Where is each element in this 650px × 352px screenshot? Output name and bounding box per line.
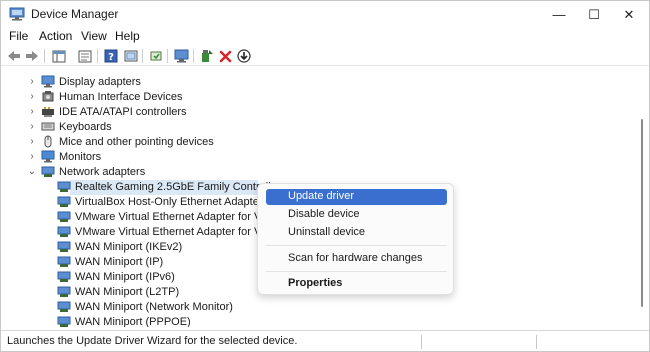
ide-controller-icon: [41, 105, 55, 118]
status-text: Launches the Update Driver Wizard for th…: [7, 335, 298, 347]
menu-file[interactable]: File: [9, 29, 28, 43]
tree-category-network-adapters[interactable]: ⌄ Network adapters: [1, 165, 637, 180]
tree-label: WAN Miniport (PPPOE): [75, 316, 191, 327]
maximize-button[interactable]: ☐: [576, 1, 612, 28]
vertical-scrollbar[interactable]: [637, 67, 649, 327]
toolbar-separator: [167, 49, 168, 63]
properties-icon[interactable]: [77, 48, 93, 64]
menu-view[interactable]: View: [81, 29, 107, 43]
tree-label: Monitors: [59, 151, 102, 163]
chevron-right-icon[interactable]: ›: [27, 76, 37, 88]
monitor-icon[interactable]: [173, 48, 189, 64]
tree-label: Human Interface Devices: [59, 91, 183, 103]
help-icon[interactable]: ?: [103, 48, 119, 64]
action-icon[interactable]: [148, 48, 164, 64]
show-hide-console-tree-icon[interactable]: [51, 48, 67, 64]
network-adapter-icon: [57, 195, 71, 208]
network-adapter-icon: [57, 240, 71, 253]
tree-label: Realtek Gaming 2.5GbE Family Controller: [75, 181, 281, 193]
status-divider: [421, 335, 422, 349]
menu-item-label: Uninstall device: [288, 226, 366, 238]
toolbar-separator: [44, 49, 45, 63]
hid-icon: [41, 90, 55, 103]
menu-item-label: Scan for hardware changes: [288, 252, 423, 264]
tree-label: WAN Miniport (IPv6): [75, 271, 175, 283]
tree-category-mice[interactable]: › Mice and other pointing devices: [1, 135, 637, 150]
menu-item-update-driver[interactable]: Update driver: [266, 189, 447, 205]
context-menu: Update driver Disable device Uninstall d…: [257, 183, 454, 295]
network-adapter-icon: [57, 315, 71, 327]
tree-label: Keyboards: [59, 121, 112, 133]
scan-hardware-icon[interactable]: [123, 48, 139, 64]
tree-label: VirtualBox Host-Only Ethernet Adapter: [75, 196, 263, 208]
chevron-right-icon[interactable]: ›: [27, 106, 37, 118]
tree-label: Display adapters: [59, 76, 141, 88]
tree-label: WAN Miniport (Network Monitor): [75, 301, 233, 313]
chevron-down-icon[interactable]: ⌄: [27, 166, 37, 178]
menu-action[interactable]: Action: [39, 29, 72, 43]
network-adapter-icon: [57, 285, 71, 298]
mouse-icon: [41, 135, 55, 148]
network-adapter-icon: [41, 165, 55, 178]
network-adapter-icon: [57, 180, 71, 193]
tree-label: VMware Virtual Ethernet Adapter for VMn: [75, 226, 277, 238]
tree-category-human-interface-devices[interactable]: › Human Interface Devices: [1, 90, 637, 105]
menu-bar: File Action View Help: [1, 28, 649, 46]
tree-category-ide-controllers[interactable]: › IDE ATA/ATAPI controllers: [1, 105, 637, 120]
title-bar: Device Manager — ☐ ✕: [1, 1, 649, 28]
uninstall-icon[interactable]: [217, 48, 233, 64]
menu-item-label: Properties: [288, 277, 343, 289]
tree-category-monitors[interactable]: › Monitors: [1, 150, 637, 165]
tree-label: WAN Miniport (IKEv2): [75, 241, 183, 253]
toolbar-separator: [193, 49, 194, 63]
menu-item-uninstall-device[interactable]: Uninstall device: [266, 225, 447, 241]
network-adapter-icon: [57, 225, 71, 238]
tree-device-wan-pppoe[interactable]: WAN Miniport (PPPOE): [1, 315, 637, 327]
network-adapter-icon: [57, 270, 71, 283]
menu-item-scan-hardware[interactable]: Scan for hardware changes: [266, 251, 447, 267]
menu-separator: [266, 271, 447, 272]
menu-separator: [266, 245, 447, 246]
scrollbar-thumb[interactable]: [641, 119, 643, 307]
chevron-right-icon[interactable]: ›: [27, 151, 37, 163]
toolbar-separator: [97, 49, 98, 63]
chevron-right-icon[interactable]: ›: [27, 121, 37, 133]
tree-label: WAN Miniport (L2TP): [75, 286, 180, 298]
minimize-button[interactable]: —: [541, 1, 577, 28]
chevron-right-icon[interactable]: ›: [27, 136, 37, 148]
menu-item-disable-device[interactable]: Disable device: [266, 207, 447, 223]
toolbar-separator: [142, 49, 143, 63]
status-bar: Launches the Update Driver Wizard for th…: [1, 330, 649, 351]
tree-label: Network adapters: [59, 166, 146, 178]
window-title: Device Manager: [31, 7, 119, 21]
menu-item-label: Disable device: [288, 208, 360, 220]
network-adapter-icon: [57, 255, 71, 268]
download-icon[interactable]: [236, 48, 252, 64]
menu-item-label: Update driver: [288, 190, 355, 202]
toolbar: ?: [1, 46, 649, 66]
monitor-icon: [41, 150, 55, 163]
svg-text:?: ?: [108, 52, 114, 63]
tree-label: Mice and other pointing devices: [59, 136, 214, 148]
tree-label: WAN Miniport (IP): [75, 256, 164, 268]
menu-help[interactable]: Help: [115, 29, 140, 43]
forward-icon[interactable]: [24, 48, 40, 64]
device-manager-window: Device Manager — ☐ ✕ File Action View He…: [0, 0, 650, 352]
close-button[interactable]: ✕: [611, 1, 647, 28]
tree-category-keyboards[interactable]: › Keyboards: [1, 120, 637, 135]
display-adapter-icon: [41, 75, 55, 88]
tree-device-wan-network-monitor[interactable]: WAN Miniport (Network Monitor): [1, 300, 637, 315]
menu-item-properties[interactable]: Properties: [266, 276, 447, 292]
device-manager-app-icon: [9, 7, 25, 21]
keyboard-icon: [41, 120, 55, 133]
network-adapter-icon: [57, 210, 71, 223]
update-driver-icon[interactable]: [199, 48, 215, 64]
network-adapter-icon: [57, 300, 71, 313]
chevron-right-icon[interactable]: ›: [27, 91, 37, 103]
tree-label: IDE ATA/ATAPI controllers: [59, 106, 187, 118]
status-divider: [536, 335, 537, 349]
tree-category-display-adapters[interactable]: › Display adapters: [1, 75, 637, 90]
back-icon[interactable]: [6, 48, 22, 64]
tree-label: VMware Virtual Ethernet Adapter for VMn: [75, 211, 277, 223]
